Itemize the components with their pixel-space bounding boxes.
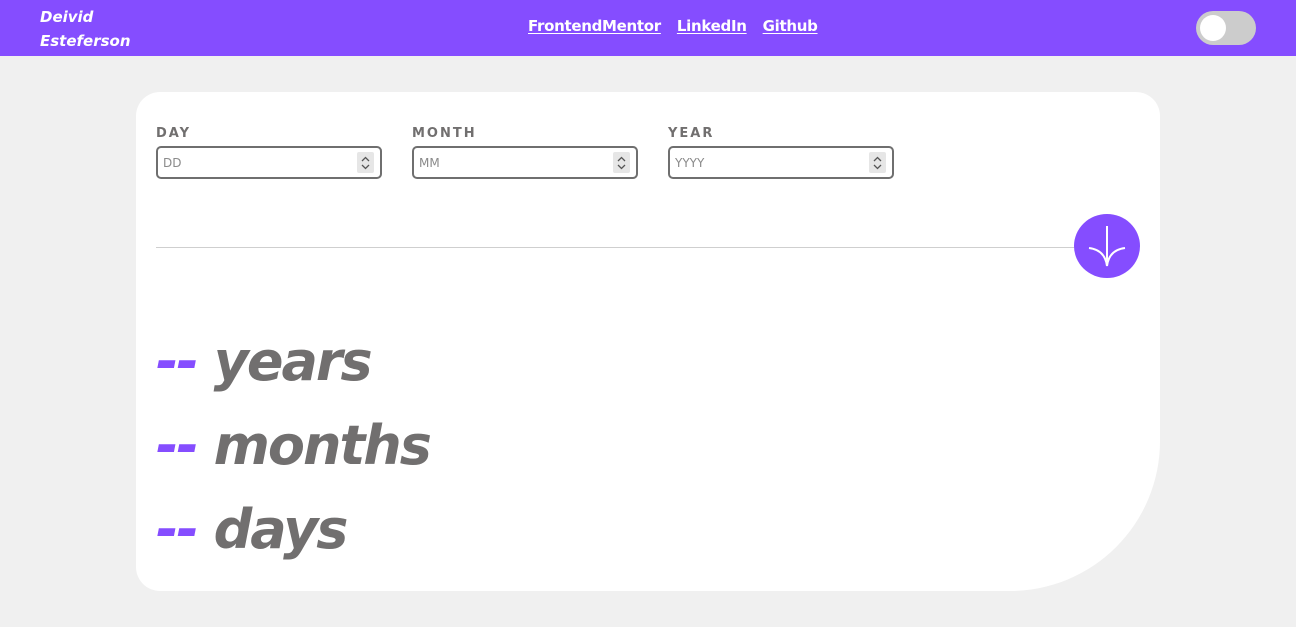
day-field: DAY [156, 126, 382, 179]
toggle-knob [1200, 15, 1226, 41]
year-label: YEAR [668, 126, 715, 141]
day-input[interactable] [158, 148, 348, 177]
chevron-down-icon [361, 164, 370, 169]
year-field: YEAR [668, 126, 894, 179]
age-calculator-card: DAY MONTH YEAR [136, 92, 1160, 591]
month-input-box [412, 146, 638, 179]
month-label: MONTH [412, 126, 477, 141]
chevron-up-icon [617, 156, 626, 161]
years-value: -- [156, 330, 199, 393]
brand-last-name: Esteferson [40, 32, 131, 50]
year-spinner[interactable] [869, 152, 886, 173]
month-spinner[interactable] [613, 152, 630, 173]
frontendmentor-link[interactable]: FrontendMentor [528, 17, 661, 35]
divider-line [156, 247, 1096, 248]
days-unit: days [213, 498, 349, 561]
brand-first-name: Deivid [40, 8, 94, 26]
brand-name: Deivid Esteferson [40, 5, 160, 53]
linkedin-link[interactable]: LinkedIn [677, 17, 747, 35]
days-value: -- [156, 498, 199, 561]
chevron-down-icon [873, 164, 882, 169]
arrow-down-icon [1088, 226, 1126, 267]
result-years: -- years [156, 320, 430, 404]
day-spinner[interactable] [357, 152, 374, 173]
theme-toggle[interactable] [1196, 11, 1256, 45]
month-input[interactable] [414, 148, 604, 177]
year-input-box [668, 146, 894, 179]
months-unit: months [213, 414, 432, 477]
day-input-box [156, 146, 382, 179]
github-link[interactable]: Github [763, 17, 818, 35]
result-days: -- days [156, 488, 430, 572]
month-field: MONTH [412, 126, 638, 179]
top-navbar: Deivid Esteferson FrontendMentor LinkedI… [0, 0, 1296, 56]
years-unit: years [213, 330, 373, 393]
chevron-down-icon [617, 164, 626, 169]
result-months: -- months [156, 404, 432, 488]
months-value: -- [156, 414, 199, 477]
year-input[interactable] [670, 148, 860, 177]
submit-button[interactable] [1074, 214, 1140, 278]
nav-links: FrontendMentor LinkedIn Github [528, 17, 818, 35]
results: -- years -- months -- days [156, 320, 432, 572]
chevron-up-icon [873, 156, 882, 161]
chevron-up-icon [361, 156, 370, 161]
day-label: DAY [156, 126, 192, 141]
